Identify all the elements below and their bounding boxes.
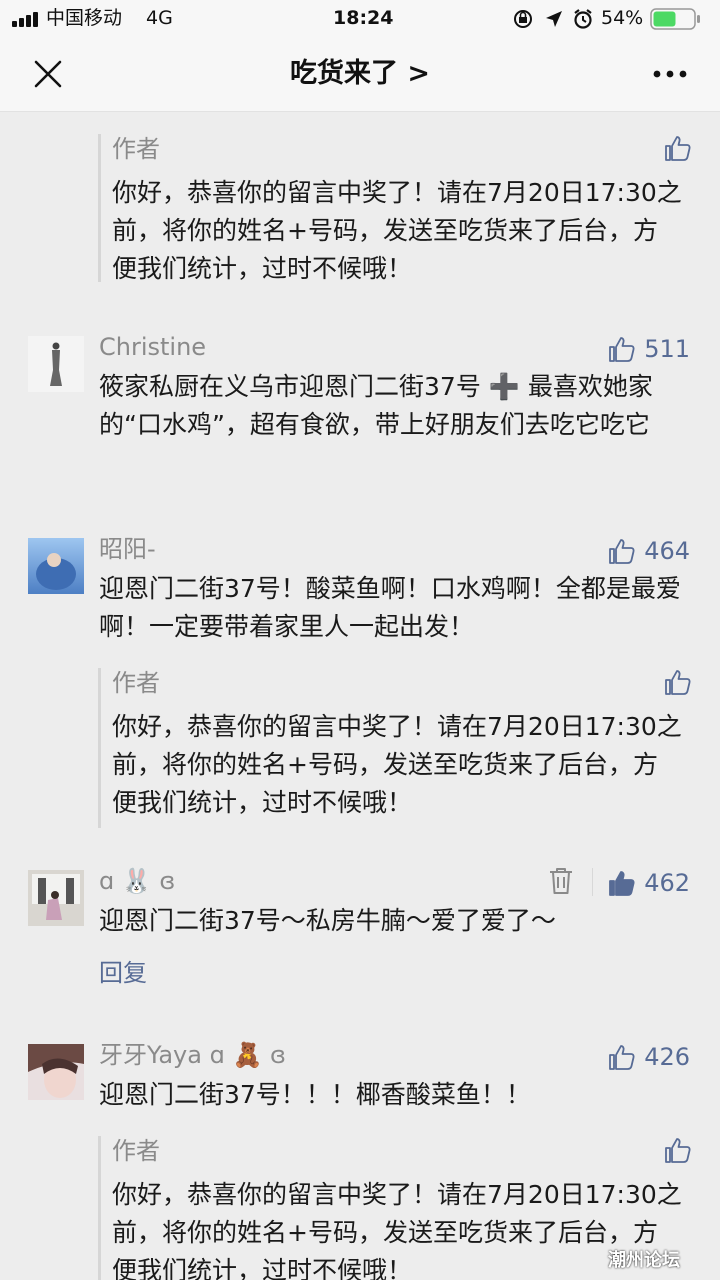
thumbs-up-icon[interactable]: [664, 134, 692, 162]
comment-item: 牙牙Yaya ɑ 🧸 ɞ 426 迎恩门二街37号！！！椰香酸菜鱼！！ 作者 你…: [0, 1040, 720, 1280]
reply-button[interactable]: 回复: [99, 958, 147, 988]
avatar[interactable]: [28, 870, 84, 926]
commenter-name: ɑ 🐰 ɞ: [99, 867, 176, 895]
battery-icon: [650, 8, 700, 30]
avatar[interactable]: [28, 336, 84, 392]
more-icon[interactable]: [650, 60, 690, 88]
like-count: 462: [644, 869, 690, 897]
commenter-name: Christine: [99, 333, 207, 361]
carrier-label: 中国移动: [46, 7, 123, 29]
reply-text: 你好，恭喜你的留言中奖了！请在7月20日17:30之前，将你的姓名+号码，发送至…: [112, 1180, 682, 1280]
location-icon: [546, 11, 562, 27]
thumbs-up-icon[interactable]: [664, 668, 692, 696]
avatar[interactable]: [28, 538, 84, 594]
watermark: 潮州论坛: [608, 1250, 680, 1271]
commenter-name: 牙牙Yaya ɑ 🧸 ɞ: [99, 1041, 286, 1069]
reply-author: 作者: [112, 669, 160, 697]
reply-text: 你好，恭喜你的留言中奖了！请在7月20日17:30之前，将你的姓名+号码，发送至…: [112, 712, 682, 817]
comment-item: ɑ 🐰 ɞ 462 迎恩门二街37号～私房牛腩～爱了爱了～ 回复: [0, 866, 720, 996]
author-reply: 作者 你好，恭喜你的留言中奖了！请在7月20日17:30之前，将你的姓名+号码，…: [98, 134, 698, 283]
thumbs-up-icon: [609, 337, 635, 362]
alarm-icon: [574, 9, 592, 29]
status-bar: 中国移动 4G 18:24 54%: [0, 0, 720, 36]
like-button[interactable]: 426: [608, 1040, 690, 1074]
rotation-lock-icon: [514, 10, 532, 28]
page-title[interactable]: 吃货来了 >: [0, 36, 720, 112]
thumbs-up-icon: [609, 1045, 635, 1070]
author-reply: 作者 你好，恭喜你的留言中奖了！请在7月20日17:30之前，将你的姓名+号码，…: [98, 668, 698, 828]
avatar[interactable]: [28, 1044, 84, 1100]
comment-text: 迎恩门二街37号～私房牛腩～爱了爱了～: [99, 906, 556, 935]
comment-text: 迎恩门二街37号！酸菜鱼啊！口水鸡啊！全都是最爱啊！一定要带着家里人一起出发！: [99, 574, 681, 641]
comment-text: 迎恩门二街37号！！！椰香酸菜鱼！！: [99, 1080, 531, 1109]
clock: 18:24: [333, 7, 394, 29]
comment-item: 昭阳- 464 迎恩门二街37号！酸菜鱼啊！口水鸡啊！全都是最爱啊！一定要带着家…: [0, 534, 720, 834]
reply-author: 作者: [112, 135, 160, 163]
nav-bar: 吃货来了 >: [0, 36, 720, 112]
like-count: 426: [644, 1043, 690, 1071]
reply-text: 你好，恭喜你的留言中奖了！请在7月20日17:30之前，将你的姓名+号码，发送至…: [112, 178, 682, 283]
comment-text: 筱家私厨在义乌市迎恩门二街37号 ➕ 最喜欢她家的“口水鸡”，超有食欲，带上好朋…: [99, 372, 653, 439]
like-button[interactable]: 462: [608, 866, 690, 900]
thumbs-up-icon[interactable]: [664, 1136, 692, 1164]
thumbs-up-icon: [609, 539, 635, 564]
battery-percent: 54%: [601, 7, 644, 29]
trash-icon[interactable]: [547, 866, 575, 896]
reply-author: 作者: [112, 1137, 160, 1165]
like-button[interactable]: 511: [608, 332, 690, 366]
divider: [592, 868, 593, 896]
like-count: 464: [644, 537, 690, 565]
comment-list: 作者 你好，恭喜你的留言中奖了！请在7月20日17:30之前，将你的姓名+号码，…: [0, 112, 720, 1280]
thumbs-up-filled-icon: [609, 871, 635, 896]
like-button[interactable]: 464: [608, 534, 690, 568]
commenter-name: 昭阳-: [99, 535, 156, 563]
like-count: 511: [644, 335, 690, 363]
comment-item: Christine 511 筱家私厨在义乌市迎恩门二街37号 ➕ 最喜欢她家的“…: [0, 332, 720, 492]
signal-icon: [12, 11, 42, 27]
network-label: 4G: [146, 7, 173, 29]
